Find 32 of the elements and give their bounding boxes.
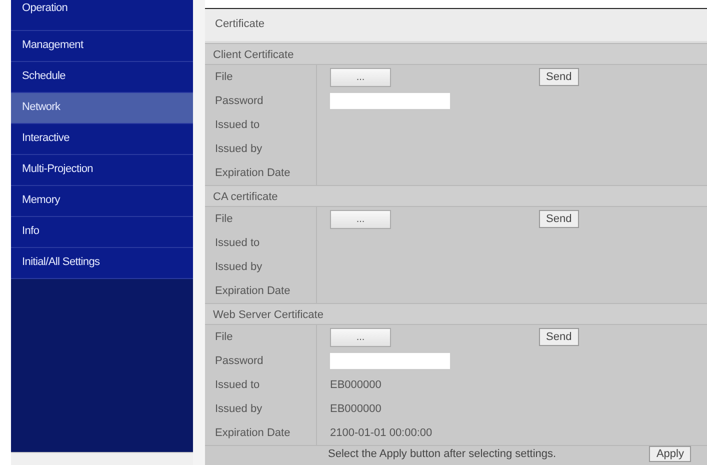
field-label: File bbox=[215, 213, 233, 225]
section-header: Client Certificate bbox=[205, 43, 707, 65]
field-label: Expiration Date bbox=[215, 427, 290, 439]
field-label: Expiration Date bbox=[215, 167, 290, 179]
field-label: Issued to bbox=[215, 237, 260, 249]
field-label: Expiration Date bbox=[215, 285, 290, 297]
section-header: Web Server Certificate bbox=[205, 303, 707, 325]
page-title: Certificate bbox=[205, 9, 707, 43]
field-label: Password bbox=[215, 95, 264, 107]
send-button[interactable]: Send bbox=[539, 210, 579, 228]
field-label: File bbox=[215, 71, 233, 83]
browse-button[interactable]: ... bbox=[330, 328, 391, 346]
field-label: Issued by bbox=[215, 403, 262, 415]
section-header: CA certificate bbox=[205, 185, 707, 207]
apply-button[interactable]: Apply bbox=[649, 446, 691, 462]
field-label: Issued by bbox=[215, 143, 262, 155]
send-button[interactable]: Send bbox=[539, 328, 579, 346]
field-label: Issued to bbox=[215, 119, 260, 131]
password-field[interactable] bbox=[330, 353, 450, 369]
field-value: EB000000 bbox=[330, 403, 382, 415]
field-label: Password bbox=[215, 355, 264, 367]
field-label: File bbox=[215, 331, 233, 343]
footer-message: Select the Apply button after selecting settings. bbox=[328, 448, 556, 460]
sidebar-item[interactable]: Network bbox=[11, 93, 193, 124]
field-value: 2100-01-01 00:00:00 bbox=[330, 427, 432, 439]
browse-button[interactable]: ... bbox=[330, 68, 391, 86]
password-field[interactable] bbox=[330, 93, 450, 109]
field-value: EB000000 bbox=[330, 379, 382, 391]
browse-button[interactable]: ... bbox=[330, 210, 391, 228]
send-button[interactable]: Send bbox=[539, 68, 579, 86]
field-label: Issued by bbox=[215, 261, 262, 273]
field-label: Issued to bbox=[215, 379, 260, 391]
